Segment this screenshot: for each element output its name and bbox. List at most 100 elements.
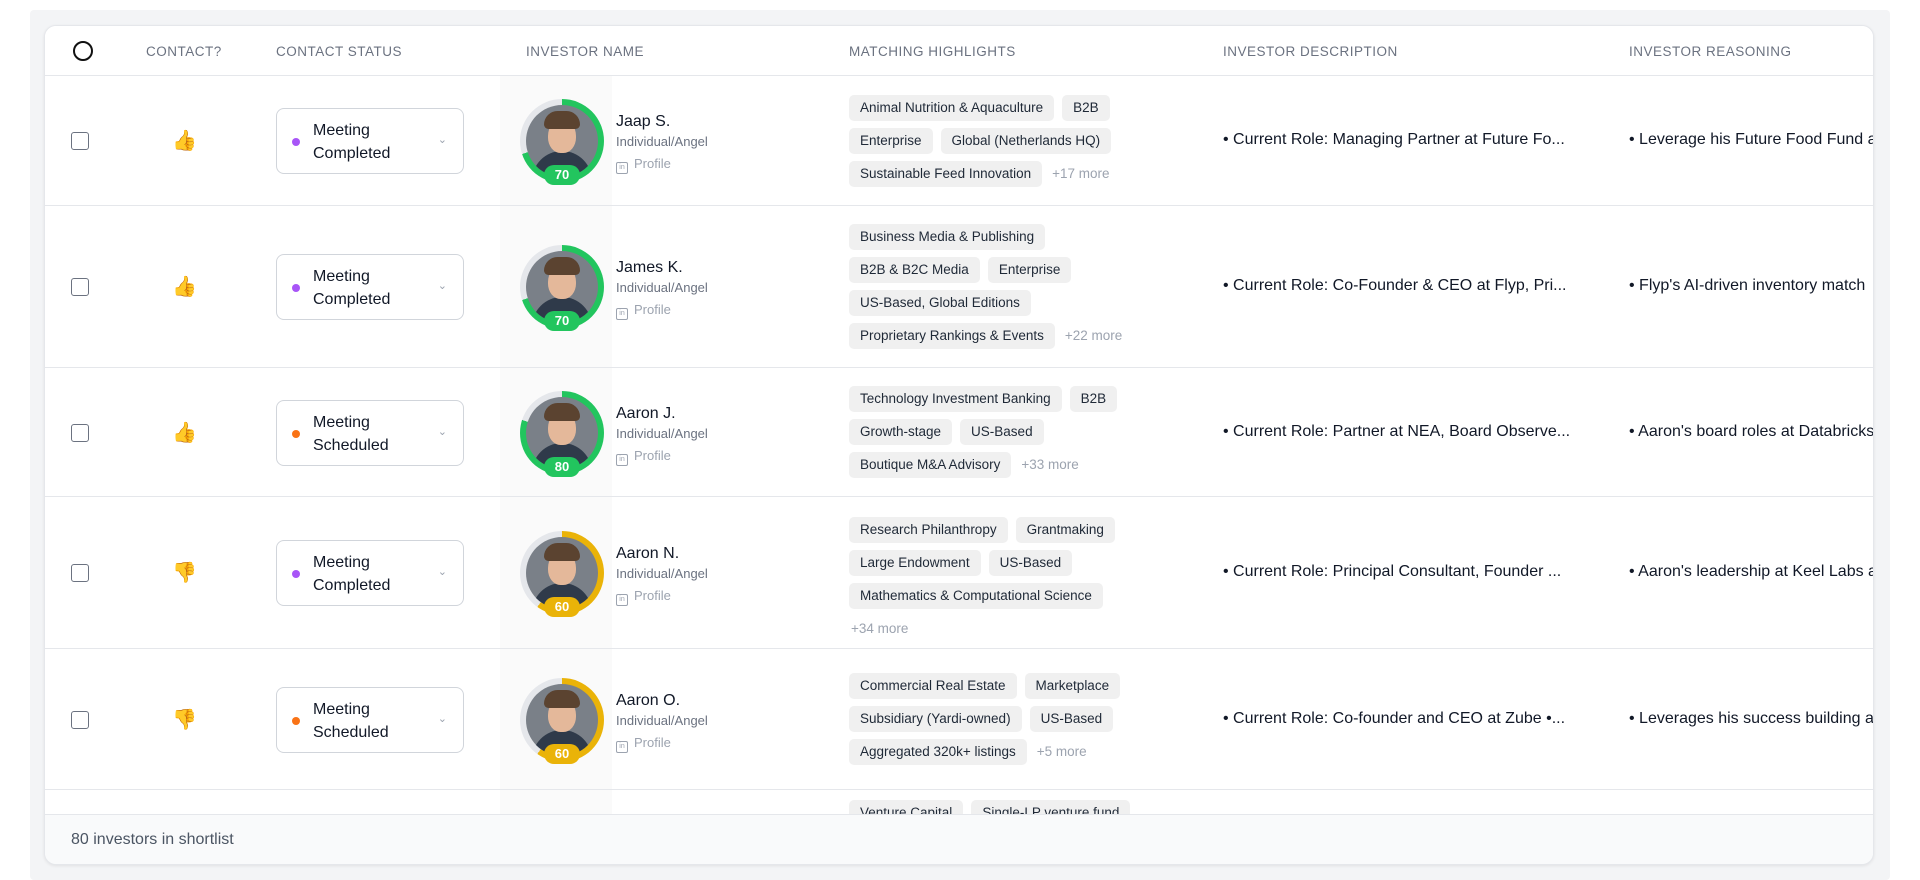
match-score-badge: 70 <box>544 311 580 331</box>
match-score-badge: 70 <box>544 165 580 185</box>
shortlist-count: 80 investors in shortlist <box>71 831 234 848</box>
highlight-tag[interactable]: Animal Nutrition & Aquaculture <box>849 94 1055 121</box>
highlight-tag[interactable]: Business Media & Publishing <box>849 224 1046 250</box>
contact-status-select[interactable]: Meeting Scheduled ⌄ <box>276 399 464 466</box>
row-checkbox[interactable] <box>71 278 89 296</box>
more-tags-link[interactable]: +22 more <box>1065 323 1122 349</box>
matching-highlights: Animal Nutrition & Aquaculture B2B Enterpr… <box>849 94 1179 194</box>
matching-highlights: Research Philanthropy Grantmaking Large En… <box>849 516 1179 636</box>
investor-name[interactable]: Jaap S. <box>616 113 670 131</box>
status-label: Meeting Completed <box>313 268 391 308</box>
status-label: Meeting Completed <box>313 122 391 162</box>
investor-description: • Current Role: Co-founder and CEO at Zu… <box>1223 709 1566 727</box>
more-tags-link[interactable]: +17 more <box>1052 161 1109 187</box>
highlight-tag[interactable]: Aggregated 320k+ listings <box>849 739 1027 765</box>
more-tags-link[interactable]: +5 more <box>1037 739 1087 765</box>
highlight-tag[interactable]: Proprietary Rankings & Events <box>849 323 1055 349</box>
table-row[interactable]: 👎 Meeting Scheduled ⌄ 60 Aaron O. Individual/… <box>45 649 1873 790</box>
avatar-score-ring[interactable]: 70 <box>520 99 604 185</box>
linkedin-icon: in <box>616 594 628 606</box>
chevron-down-icon: ⌄ <box>437 712 447 725</box>
thumbs-up-icon[interactable]: 👍 <box>172 423 197 443</box>
highlight-tag[interactable]: Marketplace <box>1024 673 1121 699</box>
col-investor-description[interactable]: INVESTOR DESCRIPTION <box>1223 44 1398 59</box>
highlight-tag[interactable]: Research Philanthropy <box>849 516 1008 543</box>
highlight-tag[interactable]: Growth-stage <box>849 419 953 445</box>
highlight-tag[interactable]: Commercial Real Estate <box>849 673 1017 699</box>
highlight-tag[interactable]: US-Based <box>988 549 1073 576</box>
highlight-tag[interactable]: Boutique M&A Advisory <box>849 452 1012 478</box>
highlight-tag[interactable]: Technology Investment Banking <box>849 386 1062 412</box>
avatar-cell <box>500 790 612 816</box>
col-investor-reasoning[interactable]: INVESTOR REASONING <box>1629 44 1792 59</box>
chevron-down-icon: ⌄ <box>437 425 447 438</box>
match-score-badge: 60 <box>544 743 580 764</box>
avatar-score-ring[interactable]: 70 <box>520 245 604 331</box>
avatar-score-ring[interactable]: 60 <box>520 531 604 617</box>
thumbs-down-icon[interactable]: 👎 <box>172 563 197 583</box>
col-contact[interactable]: CONTACT? <box>146 44 222 59</box>
contact-status-select[interactable]: Meeting Completed ⌄ <box>276 254 464 320</box>
status-dot <box>292 429 300 438</box>
investor-name[interactable]: Aaron J. <box>616 405 676 423</box>
investor-description: • Current Role: Co-Founder & CEO at Flyp… <box>1223 277 1567 294</box>
highlight-tag[interactable]: B2B & B2C Media <box>849 257 980 283</box>
col-contact-status[interactable]: CONTACT STATUS <box>276 44 402 59</box>
investor-name[interactable]: Aaron O. <box>616 692 680 710</box>
highlight-tag[interactable]: Subsidiary (Yardi-owned) <box>849 706 1022 732</box>
more-tags-link[interactable]: +33 more <box>1021 452 1078 478</box>
highlight-tag[interactable]: Sustainable Feed Innovation <box>849 160 1043 187</box>
profile-label: Profile <box>634 302 671 317</box>
investor-name[interactable]: James K. <box>616 259 683 277</box>
investor-name[interactable]: Aaron N. <box>616 545 679 563</box>
matching-highlights: Business Media & Publishing B2B & B2C Med… <box>849 224 1179 356</box>
profile-link[interactable]: in Profile <box>616 735 671 753</box>
highlight-tag[interactable]: Mathematics & Computational Science <box>849 582 1103 609</box>
linkedin-icon: in <box>616 740 628 753</box>
match-score-badge: 60 <box>544 597 580 617</box>
table-row[interactable]: 👍 Meeting Completed ⌄ 70 James K. Individual/… <box>45 206 1873 368</box>
table-row[interactable]: 👍 Meeting Completed ⌄ 70 Jaap S. Individual/A… <box>45 76 1873 206</box>
investor-description: • Current Role: Managing Partner at Futu… <box>1223 131 1565 148</box>
table-row[interactable]: 👍 Meeting Scheduled ⌄ 80 Aaron J. Individual/… <box>45 368 1873 497</box>
table-row[interactable]: Venture Capital Single-LP venture fund <box>45 790 1873 816</box>
table-footer: 80 investors in shortlist <box>45 814 1873 864</box>
status-dot <box>292 284 300 292</box>
avatar-score-ring[interactable]: 80 <box>520 390 604 477</box>
highlight-tag[interactable]: Enterprise <box>987 257 1072 283</box>
profile-label: Profile <box>634 156 671 171</box>
select-all-circle[interactable] <box>73 41 93 61</box>
row-checkbox[interactable] <box>71 710 89 729</box>
contact-status-select[interactable]: Meeting Completed ⌄ <box>276 540 464 606</box>
thumbs-down-icon[interactable]: 👎 <box>172 710 197 730</box>
highlight-tag[interactable]: Enterprise <box>849 127 933 154</box>
thumbs-up-icon[interactable]: 👍 <box>172 131 197 151</box>
contact-status-select[interactable]: Meeting Scheduled ⌄ <box>276 686 464 753</box>
highlight-tag[interactable]: US-Based, Global Editions <box>849 290 1031 316</box>
row-checkbox[interactable] <box>71 132 89 150</box>
contact-status-select[interactable]: Meeting Completed ⌄ <box>276 108 464 174</box>
col-investor-name[interactable]: INVESTOR NAME <box>526 44 644 59</box>
profile-link[interactable]: in Profile <box>616 156 671 174</box>
table-body: 👍 Meeting Completed ⌄ 70 Jaap S. Individual/A… <box>45 76 1873 816</box>
profile-link[interactable]: in Profile <box>616 302 671 320</box>
profile-label: Profile <box>634 588 671 603</box>
thumbs-up-icon[interactable]: 👍 <box>172 277 197 297</box>
avatar-score-ring[interactable]: 60 <box>520 677 604 764</box>
profile-link[interactable]: in Profile <box>616 588 671 606</box>
more-tags-link[interactable]: +34 more <box>851 616 908 642</box>
highlight-tag[interactable]: B2B <box>1062 94 1110 121</box>
col-matching-highlights[interactable]: MATCHING HIGHLIGHTS <box>849 44 1016 59</box>
investor-reasoning: • Flyp's AI-driven inventory match <box>1629 277 1866 294</box>
highlight-tag[interactable]: Global (Netherlands HQ) <box>940 127 1112 154</box>
row-checkbox[interactable] <box>71 564 89 582</box>
highlight-tag[interactable]: Grantmaking <box>1015 516 1115 543</box>
status-label: Meeting Scheduled <box>313 700 389 741</box>
profile-link[interactable]: in Profile <box>616 448 671 466</box>
highlight-tag[interactable]: Large Endowment <box>849 549 981 576</box>
table-row[interactable]: 👎 Meeting Completed ⌄ 60 Aaron N. Individual/… <box>45 497 1873 649</box>
row-checkbox[interactable] <box>71 423 89 442</box>
highlight-tag[interactable]: US-Based <box>960 419 1044 445</box>
highlight-tag[interactable]: US-Based <box>1029 706 1114 732</box>
highlight-tag[interactable]: B2B <box>1069 386 1118 412</box>
